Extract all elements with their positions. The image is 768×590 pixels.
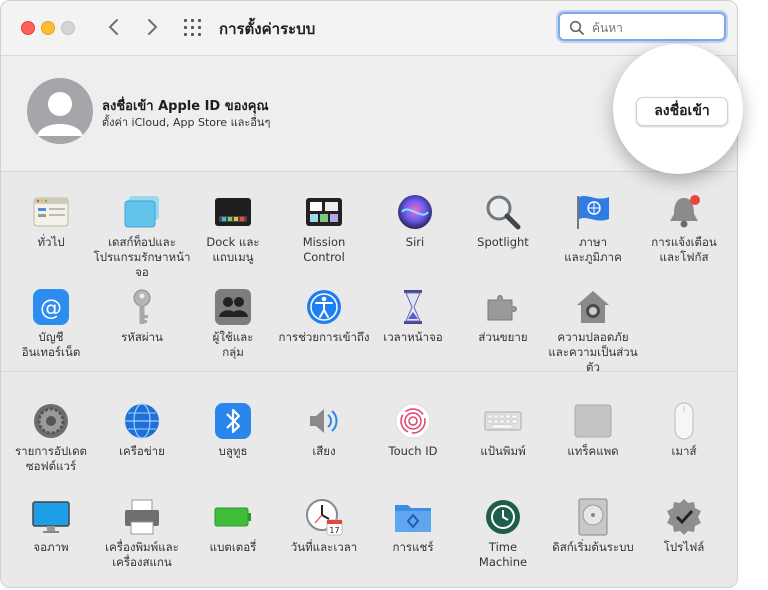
pref-label: การแจ้งเตือน และโฟกัส <box>651 235 717 264</box>
pref-label: เดสก์ท็อปและ โปรแกรมรักษาหน้าจอ <box>93 235 191 279</box>
pref-label: ภาษา และภูมิภาค <box>564 235 622 264</box>
pref-label: รหัสผ่าน <box>121 330 163 344</box>
pref-label: แบตเตอรี่ <box>209 540 257 554</box>
pref-label: ความปลอดภัย และความเป็นส่วนตัว <box>548 330 638 374</box>
mission-control-icon <box>306 198 342 226</box>
chevron-right-icon <box>148 19 158 35</box>
preferences-section-1: ทั่วไป เดสก์ท็อปและ โปรแกรมรักษาหน้าจอ D… <box>1 172 737 374</box>
pref-label: การช่วยการเข้าถึง <box>278 330 370 344</box>
pref-label: โปรไฟล์ <box>663 540 705 554</box>
chevron-left-icon <box>108 19 118 35</box>
spotlight-icon <box>486 195 521 230</box>
svg-text:@: @ <box>40 296 62 321</box>
pref-label: Dock และ แถบเมนู <box>206 235 260 264</box>
internet-accounts-icon: @ <box>33 289 69 325</box>
software-update-icon <box>34 404 68 438</box>
user-silhouette-icon <box>37 92 83 136</box>
pref-label: Spotlight <box>477 235 529 249</box>
general-icon <box>33 197 69 227</box>
forward-button[interactable] <box>139 13 165 41</box>
battery-icon <box>214 507 251 527</box>
profiles-icon <box>667 499 701 535</box>
avatar[interactable] <box>27 78 93 144</box>
language-region-icon <box>577 195 609 229</box>
screen-time-icon <box>404 290 422 324</box>
keyboard-icon <box>484 411 522 431</box>
pref-label: จอภาพ <box>33 540 69 554</box>
apple-id-subtitle: ตั้งค่า iCloud, App Store และอื่นๆ <box>102 116 271 129</box>
desktop-screensaver-icon <box>124 196 159 228</box>
close-button[interactable] <box>21 21 35 35</box>
bluetooth-icon <box>215 403 251 439</box>
passwords-icon <box>133 289 151 324</box>
displays-icon <box>32 501 70 533</box>
trackpad-icon <box>574 404 612 438</box>
pref-label: Touch ID <box>388 444 438 458</box>
preferences-section-2: รายการอัปเดต ซอฟต์แวร์ เครือข่าย บลูทูธ <box>1 373 737 587</box>
pref-label: Mission Control <box>302 235 346 264</box>
extensions-icon <box>487 295 517 321</box>
date-time-icon: 17 <box>306 499 343 536</box>
siri-icon <box>398 195 432 229</box>
back-button[interactable] <box>101 13 127 41</box>
notifications-icon <box>670 195 700 228</box>
pref-label: เมาส์ <box>671 444 697 458</box>
pref-label: บลูทูธ <box>218 444 248 458</box>
dock-icon <box>215 198 251 226</box>
search-input[interactable] <box>590 18 722 38</box>
network-icon <box>125 403 159 439</box>
pref-label: ผู้ใช้และ กลุ่ม <box>212 330 254 359</box>
pref-label: รายการอัปเดต ซอฟต์แวร์ <box>14 444 88 473</box>
show-all-button[interactable] <box>184 19 203 38</box>
pref-label: แป้นพิมพ์ <box>480 444 526 458</box>
pref-label: เวลาหน้าจอ <box>383 330 443 344</box>
pref-label: เครือข่าย <box>119 444 165 458</box>
pref-label: ทั่วไป <box>37 235 65 249</box>
search-icon <box>569 20 584 35</box>
pref-label: ดิสก์เริ่มต้นระบบ <box>552 540 634 554</box>
pref-label: เสียง <box>312 444 336 458</box>
accessibility-icon <box>307 290 341 324</box>
calendar-day: 17 <box>329 526 339 535</box>
pref-label: เครื่องพิมพ์และ เครื่องสแกน <box>105 540 179 569</box>
startup-disk-icon <box>578 498 608 536</box>
zoom-button[interactable] <box>61 21 75 35</box>
printers-scanners-icon <box>125 499 159 535</box>
pref-label: การแชร์ <box>392 540 434 554</box>
time-machine-icon <box>486 500 520 534</box>
window-title: การตั้งค่าระบบ <box>219 20 316 38</box>
sound-icon <box>310 409 338 433</box>
users-groups-icon <box>215 289 251 325</box>
pref-label: บัญชี อินเทอร์เน็ต <box>21 330 81 359</box>
pref-label: แทร็คแพด <box>567 444 619 458</box>
pref-label: Siri <box>405 235 425 249</box>
sign-in-button[interactable]: ลงชื่อเข้า <box>636 97 728 126</box>
pref-label: Time Machine <box>478 540 528 569</box>
mouse-icon <box>674 402 694 440</box>
security-privacy-icon <box>577 291 609 323</box>
sharing-icon <box>395 505 431 532</box>
pref-label: วันที่และเวลา <box>290 540 358 554</box>
titlebar: การตั้งค่าระบบ <box>1 1 737 56</box>
pref-label: ส่วนขยาย <box>478 330 528 344</box>
search-field[interactable] <box>558 12 726 41</box>
touch-id-icon <box>395 403 431 439</box>
minimize-button[interactable] <box>41 21 55 35</box>
